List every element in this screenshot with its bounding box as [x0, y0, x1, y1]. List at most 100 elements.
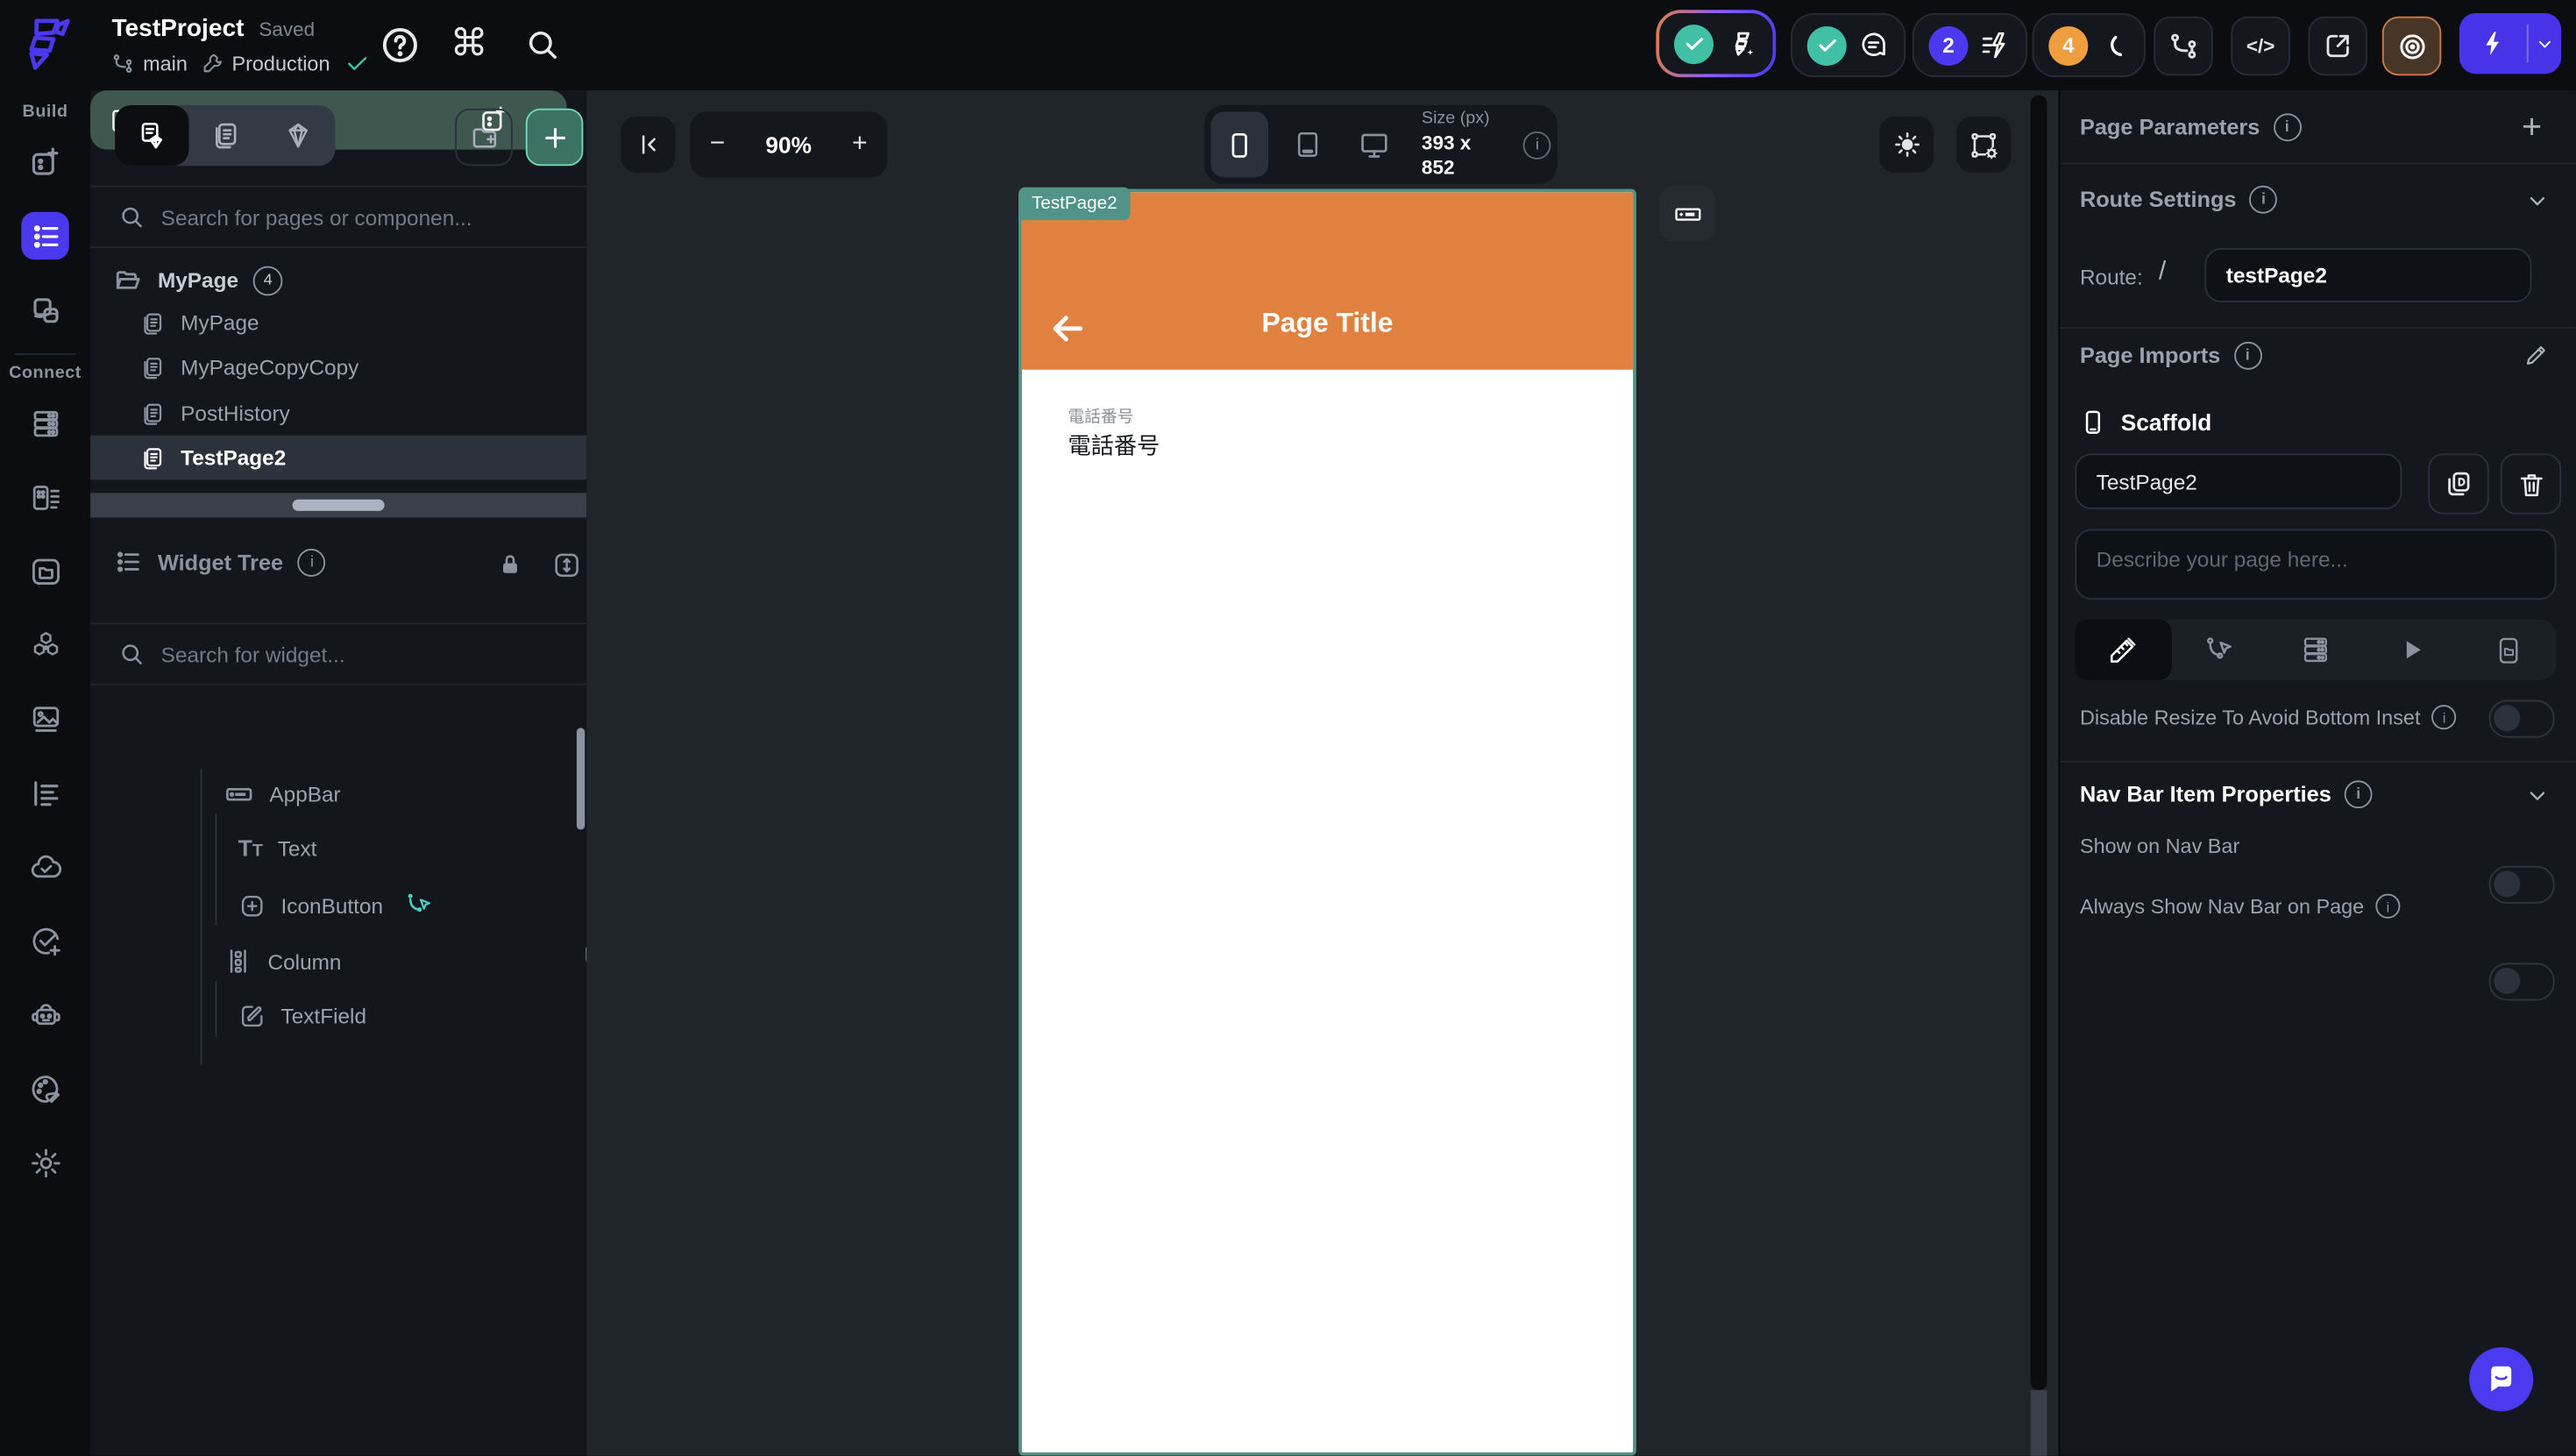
- rail-item-database[interactable]: [21, 399, 68, 446]
- route-settings-header[interactable]: Route Settings i: [2080, 185, 2278, 214]
- rail-item-data-types[interactable]: [21, 473, 68, 521]
- zoom-in-button[interactable]: +: [852, 130, 868, 160]
- delete-page-button[interactable]: [2500, 453, 2562, 515]
- canvas[interactable]: − 90% + Size (px) 393 x 852 i Page Title…: [586, 90, 2059, 1456]
- disable-resize-label: Disable Resize To Avoid Bottom Inset: [2079, 706, 2421, 729]
- add-folder-button[interactable]: [455, 108, 513, 167]
- code-view-button[interactable]: </>: [2231, 16, 2290, 76]
- tab-animations[interactable]: [2364, 620, 2460, 680]
- copy-page-button[interactable]: [2428, 453, 2489, 515]
- page-label: PostHistory: [181, 401, 290, 426]
- show-on-nav-toggle[interactable]: [2488, 865, 2555, 904]
- flutterflow-logo[interactable]: [13, 13, 75, 75]
- disable-resize-toggle[interactable]: [2488, 700, 2555, 738]
- rail-item-integrations[interactable]: [21, 621, 68, 669]
- page-row[interactable]: PostHistory: [90, 391, 586, 436]
- collapse-panel-button[interactable]: [621, 117, 676, 173]
- zoom-out-button[interactable]: −: [710, 130, 726, 160]
- widget-search[interactable]: Search for widget...: [90, 622, 587, 685]
- page-row[interactable]: MyPageCopyCopy: [90, 345, 586, 390]
- device-desktop-button[interactable]: [1346, 111, 1404, 177]
- edit-pencil-icon[interactable]: [2523, 342, 2550, 368]
- page-row-selected[interactable]: TestPage2: [90, 435, 587, 480]
- page-label: TestPage2: [181, 444, 287, 471]
- widget-tree-scrollbar[interactable]: [576, 728, 585, 830]
- run-options-chevron[interactable]: [2529, 33, 2561, 53]
- tree-node-textfield[interactable]: TextField: [238, 1002, 567, 1030]
- textfield-value[interactable]: 電話番号: [1068, 429, 1160, 461]
- rail-item-theme[interactable]: [21, 1065, 68, 1112]
- status-pill-branch-check[interactable]: [1656, 10, 1777, 78]
- size-value[interactable]: 393 x 852: [1422, 131, 1508, 180]
- rail-item-page-selector[interactable]: [21, 211, 69, 260]
- rail-item-widget-palette[interactable]: [21, 138, 68, 185]
- canvas-settings-button[interactable]: [1956, 117, 2012, 173]
- tree-guide-line: [215, 813, 217, 926]
- status-pill-actions[interactable]: 2: [1912, 12, 2027, 78]
- action-indicator-icon[interactable]: [404, 891, 434, 920]
- tab-page-files[interactable]: [2460, 620, 2557, 680]
- preview-eye-button[interactable]: [2381, 16, 2442, 76]
- lock-widget-button[interactable]: [496, 550, 524, 579]
- rail-item-ai-agents[interactable]: [21, 991, 68, 1038]
- tab-pages[interactable]: [115, 104, 188, 167]
- branch-menu-button[interactable]: [2154, 16, 2213, 76]
- panel-resize-handle[interactable]: [90, 493, 587, 518]
- top-bar: TestProject Saved main Production ⌘ 2 4 …: [0, 0, 2576, 92]
- tree-node-iconbutton[interactable]: IconButton: [238, 891, 616, 920]
- tab-design-system[interactable]: [262, 105, 336, 166]
- status-pill-comments[interactable]: [1791, 12, 1906, 78]
- tab-components[interactable]: [188, 105, 262, 166]
- page-icon: [144, 312, 162, 334]
- chevron-down-icon[interactable]: [2525, 784, 2550, 808]
- route-input[interactable]: [2204, 248, 2532, 302]
- run-split-button[interactable]: [2459, 12, 2562, 75]
- chevron-down-icon[interactable]: [2525, 189, 2550, 214]
- phone-preview[interactable]: Page Title 電話番号 電話番号: [1018, 188, 1636, 1456]
- rail-item-media-assets[interactable]: [21, 695, 68, 742]
- tab-backend-query[interactable]: [2267, 620, 2364, 680]
- appbar-widget-chip[interactable]: [1659, 185, 1715, 242]
- environment-name[interactable]: Production: [231, 52, 330, 75]
- help-button[interactable]: [380, 25, 421, 66]
- run-bolt-icon[interactable]: [2459, 30, 2527, 58]
- rail-item-settings[interactable]: [21, 1139, 68, 1186]
- tree-node-column[interactable]: Column: [224, 947, 519, 977]
- open-in-new-button[interactable]: [2308, 16, 2367, 76]
- page-row[interactable]: MyPage: [90, 301, 586, 345]
- rail-item-components[interactable]: [21, 286, 68, 333]
- pages-search[interactable]: Search for pages or componen...: [90, 185, 587, 249]
- global-search-button[interactable]: [524, 26, 560, 62]
- folder-row-mypage[interactable]: MyPage 4: [90, 258, 586, 302]
- device-tablet-button[interactable]: [1278, 111, 1336, 177]
- branch-name[interactable]: main: [143, 52, 188, 75]
- canvas-scrollbar[interactable]: [2030, 95, 2047, 1390]
- expand-collapse-tree-button[interactable]: [552, 550, 582, 580]
- support-chat-button[interactable]: [2469, 1346, 2534, 1412]
- status-pill-optimizations[interactable]: 4: [2032, 12, 2146, 78]
- app-bar-title[interactable]: Page Title: [1022, 308, 1633, 340]
- page-name-input[interactable]: [2075, 453, 2402, 510]
- tree-node-text[interactable]: TT Text: [238, 835, 567, 861]
- rail-item-checks[interactable]: [21, 917, 68, 964]
- add-page-button[interactable]: [525, 108, 584, 167]
- page-description-input[interactable]: [2075, 529, 2557, 600]
- rail-item-app-details[interactable]: [21, 769, 68, 816]
- canvas-scrollbar-track[interactable]: [2030, 1389, 2047, 1456]
- light-mode-toggle-button[interactable]: [1879, 117, 1934, 173]
- navbar-properties-header[interactable]: Nav Bar Item Properties i: [2080, 780, 2373, 809]
- always-show-nav-toggle[interactable]: [2488, 962, 2555, 1001]
- info-icon: i: [2249, 185, 2278, 214]
- rail-item-files[interactable]: [21, 547, 68, 594]
- tab-properties[interactable]: [2075, 619, 2172, 680]
- tree-node-appbar[interactable]: AppBar: [224, 778, 569, 810]
- device-phone-button[interactable]: [1210, 111, 1269, 178]
- add-parameter-button[interactable]: +: [2522, 109, 2542, 148]
- command-menu-button[interactable]: ⌘: [451, 21, 488, 66]
- zoom-level[interactable]: 90%: [765, 131, 812, 158]
- project-sparkle-icon: [1735, 31, 1754, 55]
- rail-item-cloud-functions[interactable]: [21, 843, 68, 891]
- tab-actions[interactable]: [2171, 620, 2267, 680]
- tree-node-label: IconButton: [280, 892, 384, 918]
- page-tag[interactable]: TestPage2: [1018, 187, 1131, 221]
